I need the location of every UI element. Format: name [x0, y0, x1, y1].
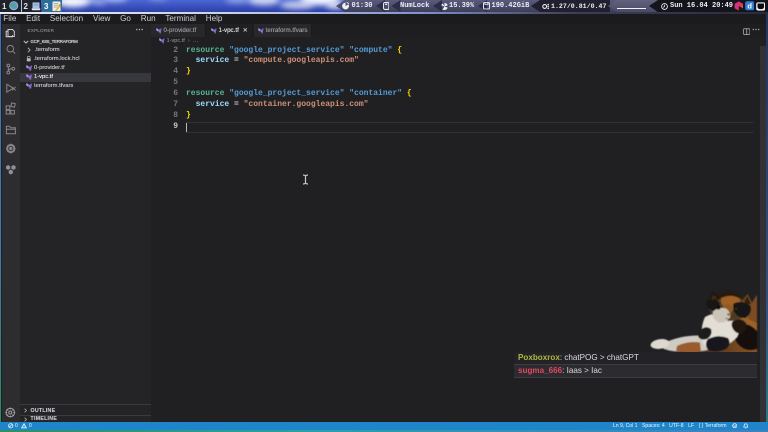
- svg-text:d: d: [747, 2, 752, 11]
